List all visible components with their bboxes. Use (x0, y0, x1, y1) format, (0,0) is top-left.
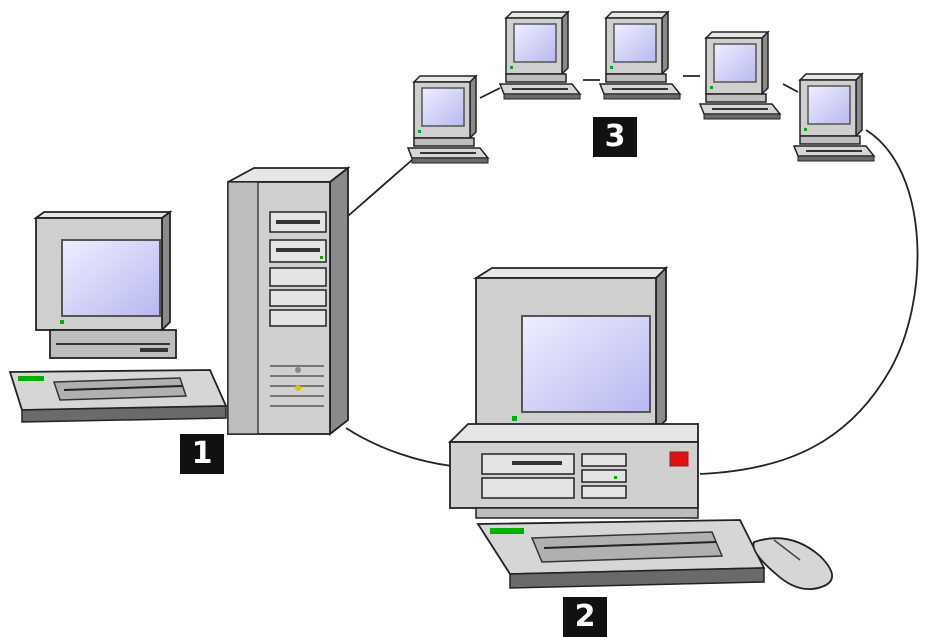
terminal-icon-1 (407, 75, 489, 164)
terminal-icon-5 (793, 73, 875, 162)
terminal-icon-4 (699, 31, 781, 120)
network-diagram: 1 2 3 (0, 0, 925, 637)
server-tower-icon (227, 166, 351, 436)
label-3: 3 (593, 117, 637, 157)
cable-terminal-to-pc2 (699, 129, 919, 475)
terminal-icon-2 (499, 11, 581, 100)
workstation-2-icon (447, 265, 833, 590)
mouse-icon (752, 537, 833, 590)
workstation-1-icon (8, 210, 228, 423)
diagram-scene (8, 11, 919, 590)
label-2: 2 (563, 597, 607, 637)
terminal-icon-3 (599, 11, 681, 100)
cable-server-to-pc2 (345, 427, 453, 467)
cable-server-to-terminal (347, 159, 413, 217)
label-1: 1 (180, 434, 224, 474)
